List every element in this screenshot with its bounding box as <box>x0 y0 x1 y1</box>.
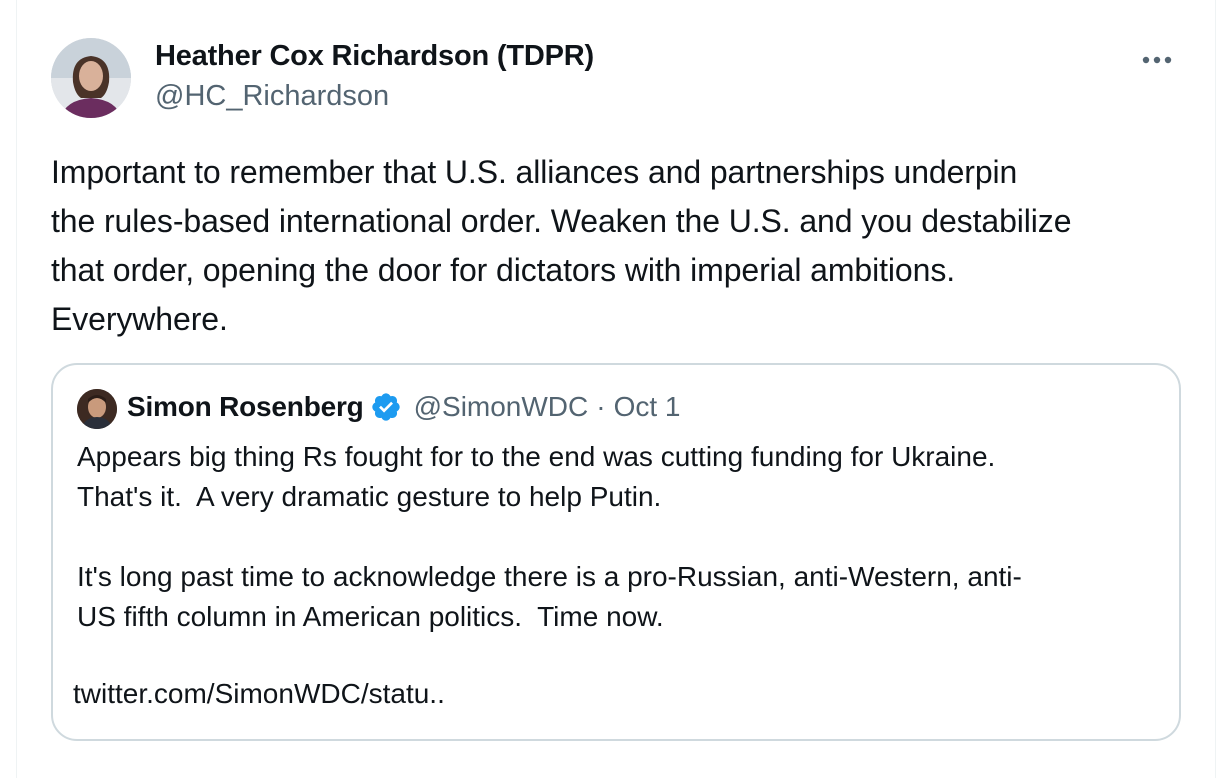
quote-link[interactable]: twitter.com/SimonWDC/statu.. <box>73 678 445 710</box>
quote-author-handle[interactable]: @SimonWDC <box>414 391 589 423</box>
quote-header: Simon Rosenberg @SimonWDC · Oct 1 <box>127 391 681 423</box>
verified-badge-icon <box>370 391 402 423</box>
author-handle[interactable]: @HC_Richardson <box>155 80 389 113</box>
quote-author-name[interactable]: Simon Rosenberg <box>127 391 364 423</box>
more-options-button[interactable] <box>1139 42 1175 78</box>
quote-author-avatar[interactable] <box>77 389 117 429</box>
quoted-tweet[interactable]: Simon Rosenberg @SimonWDC · Oct 1 Appear… <box>51 363 1181 741</box>
author-name[interactable]: Heather Cox Richardson (TDPR) <box>155 40 594 73</box>
avatar-photo-icon <box>77 389 117 429</box>
tweet-card: Heather Cox Richardson (TDPR) @HC_Richar… <box>16 0 1216 778</box>
tweet-text: Important to remember that U.S. alliance… <box>51 154 1072 337</box>
avatar-photo-icon <box>51 38 131 118</box>
quote-date[interactable]: Oct 1 <box>614 391 681 423</box>
quote-text: Appears big thing Rs fought for to the e… <box>77 441 1022 632</box>
separator-dot: · <box>596 391 606 422</box>
author-avatar[interactable] <box>51 38 131 118</box>
more-horizontal-icon <box>1142 56 1172 64</box>
